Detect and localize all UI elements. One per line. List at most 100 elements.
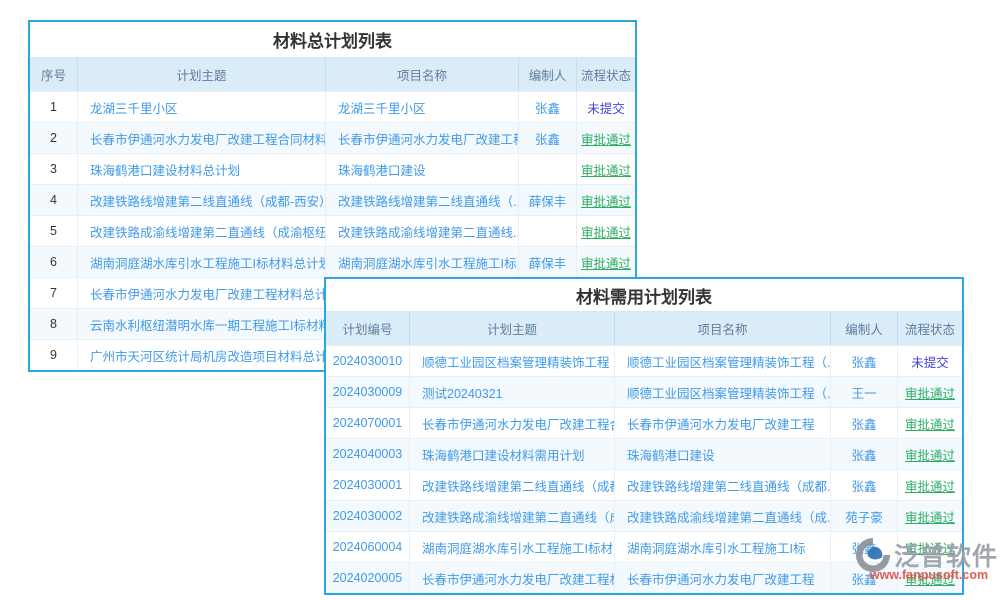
- cell-status[interactable]: 审批通过: [898, 563, 962, 593]
- material-need-plan-header-row: 计划编号计划主题项目名称编制人流程状态: [326, 312, 962, 345]
- cell-project[interactable]: 顺德工业园区档案管理精装饰工程（...: [615, 377, 831, 407]
- cell-row-number: 4: [30, 185, 78, 215]
- cell-status[interactable]: 审批通过: [577, 123, 635, 153]
- material-need-plan-body: 2024030010顺德工业园区档案管理精装饰工程（...顺德工业园区档案管理精…: [326, 345, 962, 593]
- cell-author[interactable]: 张鑫: [831, 408, 898, 438]
- cell-subject[interactable]: 长春市伊通河水力发电厂改建工程材...: [410, 563, 615, 593]
- cell-status[interactable]: 审批通过: [898, 377, 962, 407]
- cell-subject[interactable]: 改建铁路成渝线增建第二直通线（成渝枢纽...: [78, 216, 326, 246]
- cell-project[interactable]: 长春市伊通河水力发电厂改建工程: [326, 123, 519, 153]
- cell-subject[interactable]: 龙湖三千里小区: [78, 92, 326, 122]
- cell-subject[interactable]: 改建铁路线增建第二线直通线（成都-西安）...: [78, 185, 326, 215]
- column-header-3: 编制人: [831, 312, 898, 345]
- table-row: 2024070001长春市伊通河水力发电厂改建工程合...长春市伊通河水力发电厂…: [326, 407, 962, 438]
- cell-author[interactable]: 张鑫: [831, 439, 898, 469]
- cell-status[interactable]: 未提交: [577, 92, 635, 122]
- material-need-plan-table: 材料需用计划列表 计划编号计划主题项目名称编制人流程状态 2024030010顺…: [324, 277, 964, 595]
- cell-project[interactable]: 改建铁路成渝线增建第二直通线...: [326, 216, 519, 246]
- column-header-1: 计划主题: [78, 58, 326, 91]
- cell-author[interactable]: 张鑫: [519, 123, 577, 153]
- cell-subject[interactable]: 长春市伊通河水力发电厂改建工程合...: [410, 408, 615, 438]
- cell-plan-code[interactable]: 2024030002: [326, 501, 410, 531]
- cell-subject[interactable]: 珠海鹤港口建设材料需用计划: [410, 439, 615, 469]
- table-row: 4改建铁路线增建第二线直通线（成都-西安）...改建铁路线增建第二线直通线（..…: [30, 184, 635, 215]
- cell-row-number: 1: [30, 92, 78, 122]
- cell-plan-code[interactable]: 2024030009: [326, 377, 410, 407]
- cell-author[interactable]: 张鑫: [519, 92, 577, 122]
- cell-subject[interactable]: 改建铁路线增建第二线直通线（成都...: [410, 470, 615, 500]
- cell-author[interactable]: 薛保丰: [519, 185, 577, 215]
- column-header-1: 计划主题: [410, 312, 615, 345]
- cell-project[interactable]: 珠海鹤港口建设: [326, 154, 519, 184]
- cell-row-number: 8: [30, 309, 78, 339]
- cell-plan-code[interactable]: 2024040003: [326, 439, 410, 469]
- cell-row-number: 5: [30, 216, 78, 246]
- table-row: 2024030001改建铁路线增建第二线直通线（成都...改建铁路线增建第二线直…: [326, 469, 962, 500]
- column-header-4: 流程状态: [898, 312, 962, 345]
- cell-project[interactable]: 湖南洞庭湖水库引水工程施工I标: [615, 532, 831, 562]
- table-row: 5改建铁路成渝线增建第二直通线（成渝枢纽...改建铁路成渝线增建第二直通线...…: [30, 215, 635, 246]
- cell-project[interactable]: 长春市伊通河水力发电厂改建工程: [615, 408, 831, 438]
- table-row: 3珠海鹤港口建设材料总计划珠海鹤港口建设审批通过: [30, 153, 635, 184]
- column-header-4: 流程状态: [577, 58, 635, 91]
- material-need-plan-title: 材料需用计划列表: [326, 279, 962, 312]
- column-header-2: 项目名称: [615, 312, 831, 345]
- cell-author[interactable]: 王一: [831, 377, 898, 407]
- cell-plan-code[interactable]: 2024030010: [326, 346, 410, 376]
- table-row: 2024040003珠海鹤港口建设材料需用计划珠海鹤港口建设张鑫审批通过: [326, 438, 962, 469]
- cell-author[interactable]: 张鑫: [831, 346, 898, 376]
- cell-subject[interactable]: 测试20240321: [410, 377, 615, 407]
- table-row: 2长春市伊通河水力发电厂改建工程合同材料...长春市伊通河水力发电厂改建工程张鑫…: [30, 122, 635, 153]
- cell-project[interactable]: 改建铁路成渝线增建第二直通线（成...: [615, 501, 831, 531]
- cell-project[interactable]: 顺德工业园区档案管理精装饰工程（...: [615, 346, 831, 376]
- cell-row-number: 9: [30, 340, 78, 370]
- cell-project[interactable]: 长春市伊通河水力发电厂改建工程: [615, 563, 831, 593]
- cell-subject[interactable]: 湖南洞庭湖水库引水工程施工I标材...: [410, 532, 615, 562]
- cell-author[interactable]: 张鑫: [831, 470, 898, 500]
- cell-project[interactable]: 湖南洞庭湖水库引水工程施工I标: [326, 247, 519, 277]
- cell-status[interactable]: 审批通过: [577, 185, 635, 215]
- cell-project[interactable]: 珠海鹤港口建设: [615, 439, 831, 469]
- cell-status[interactable]: 审批通过: [898, 439, 962, 469]
- cell-plan-code[interactable]: 2024020005: [326, 563, 410, 593]
- table-row: 2024060004湖南洞庭湖水库引水工程施工I标材...湖南洞庭湖水库引水工程…: [326, 531, 962, 562]
- cell-plan-code[interactable]: 2024060004: [326, 532, 410, 562]
- cell-subject[interactable]: 广州市天河区统计局机房改造项目材料总计划: [78, 340, 326, 370]
- material-total-plan-header-row: 序号计划主题项目名称编制人流程状态: [30, 58, 635, 91]
- cell-status[interactable]: 审批通过: [898, 532, 962, 562]
- cell-row-number: 7: [30, 278, 78, 308]
- cell-project[interactable]: 改建铁路线增建第二线直通线（...: [326, 185, 519, 215]
- material-total-plan-title: 材料总计划列表: [30, 22, 635, 58]
- cell-author[interactable]: 张鑫: [831, 563, 898, 593]
- table-row: 2024030009测试20240321顺德工业园区档案管理精装饰工程（...王…: [326, 376, 962, 407]
- cell-status[interactable]: 审批通过: [898, 408, 962, 438]
- table-row: 6湖南洞庭湖水库引水工程施工I标材料总计划湖南洞庭湖水库引水工程施工I标薛保丰审…: [30, 246, 635, 277]
- cell-author[interactable]: 苑子豪: [831, 501, 898, 531]
- cell-status[interactable]: 审批通过: [898, 501, 962, 531]
- cell-author[interactable]: 张鑫: [831, 532, 898, 562]
- cell-status[interactable]: 未提交: [898, 346, 962, 376]
- cell-subject[interactable]: 云南水利枢纽潜明水库一期工程施工I标材料...: [78, 309, 326, 339]
- cell-subject[interactable]: 顺德工业园区档案管理精装饰工程（...: [410, 346, 615, 376]
- cell-project[interactable]: 龙湖三千里小区: [326, 92, 519, 122]
- cell-subject[interactable]: 长春市伊通河水力发电厂改建工程合同材料...: [78, 123, 326, 153]
- cell-author[interactable]: [519, 216, 577, 246]
- cell-subject[interactable]: 湖南洞庭湖水库引水工程施工I标材料总计划: [78, 247, 326, 277]
- table-row: 1龙湖三千里小区龙湖三千里小区张鑫未提交: [30, 91, 635, 122]
- cell-subject[interactable]: 珠海鹤港口建设材料总计划: [78, 154, 326, 184]
- cell-subject[interactable]: 长春市伊通河水力发电厂改建工程材料总计划: [78, 278, 326, 308]
- cell-status[interactable]: 审批通过: [898, 470, 962, 500]
- cell-status[interactable]: 审批通过: [577, 154, 635, 184]
- cell-plan-code[interactable]: 2024030001: [326, 470, 410, 500]
- cell-status[interactable]: 审批通过: [577, 216, 635, 246]
- cell-author[interactable]: 薛保丰: [519, 247, 577, 277]
- cell-status[interactable]: 审批通过: [577, 247, 635, 277]
- cell-project[interactable]: 改建铁路线增建第二线直通线（成都...: [615, 470, 831, 500]
- column-header-2: 项目名称: [326, 58, 519, 91]
- cell-subject[interactable]: 改建铁路成渝线增建第二直通线（成...: [410, 501, 615, 531]
- cell-author[interactable]: [519, 154, 577, 184]
- cell-plan-code[interactable]: 2024070001: [326, 408, 410, 438]
- table-row: 2024020005长春市伊通河水力发电厂改建工程材...长春市伊通河水力发电厂…: [326, 562, 962, 593]
- column-header-3: 编制人: [519, 58, 577, 91]
- table-row: 2024030002改建铁路成渝线增建第二直通线（成...改建铁路成渝线增建第二…: [326, 500, 962, 531]
